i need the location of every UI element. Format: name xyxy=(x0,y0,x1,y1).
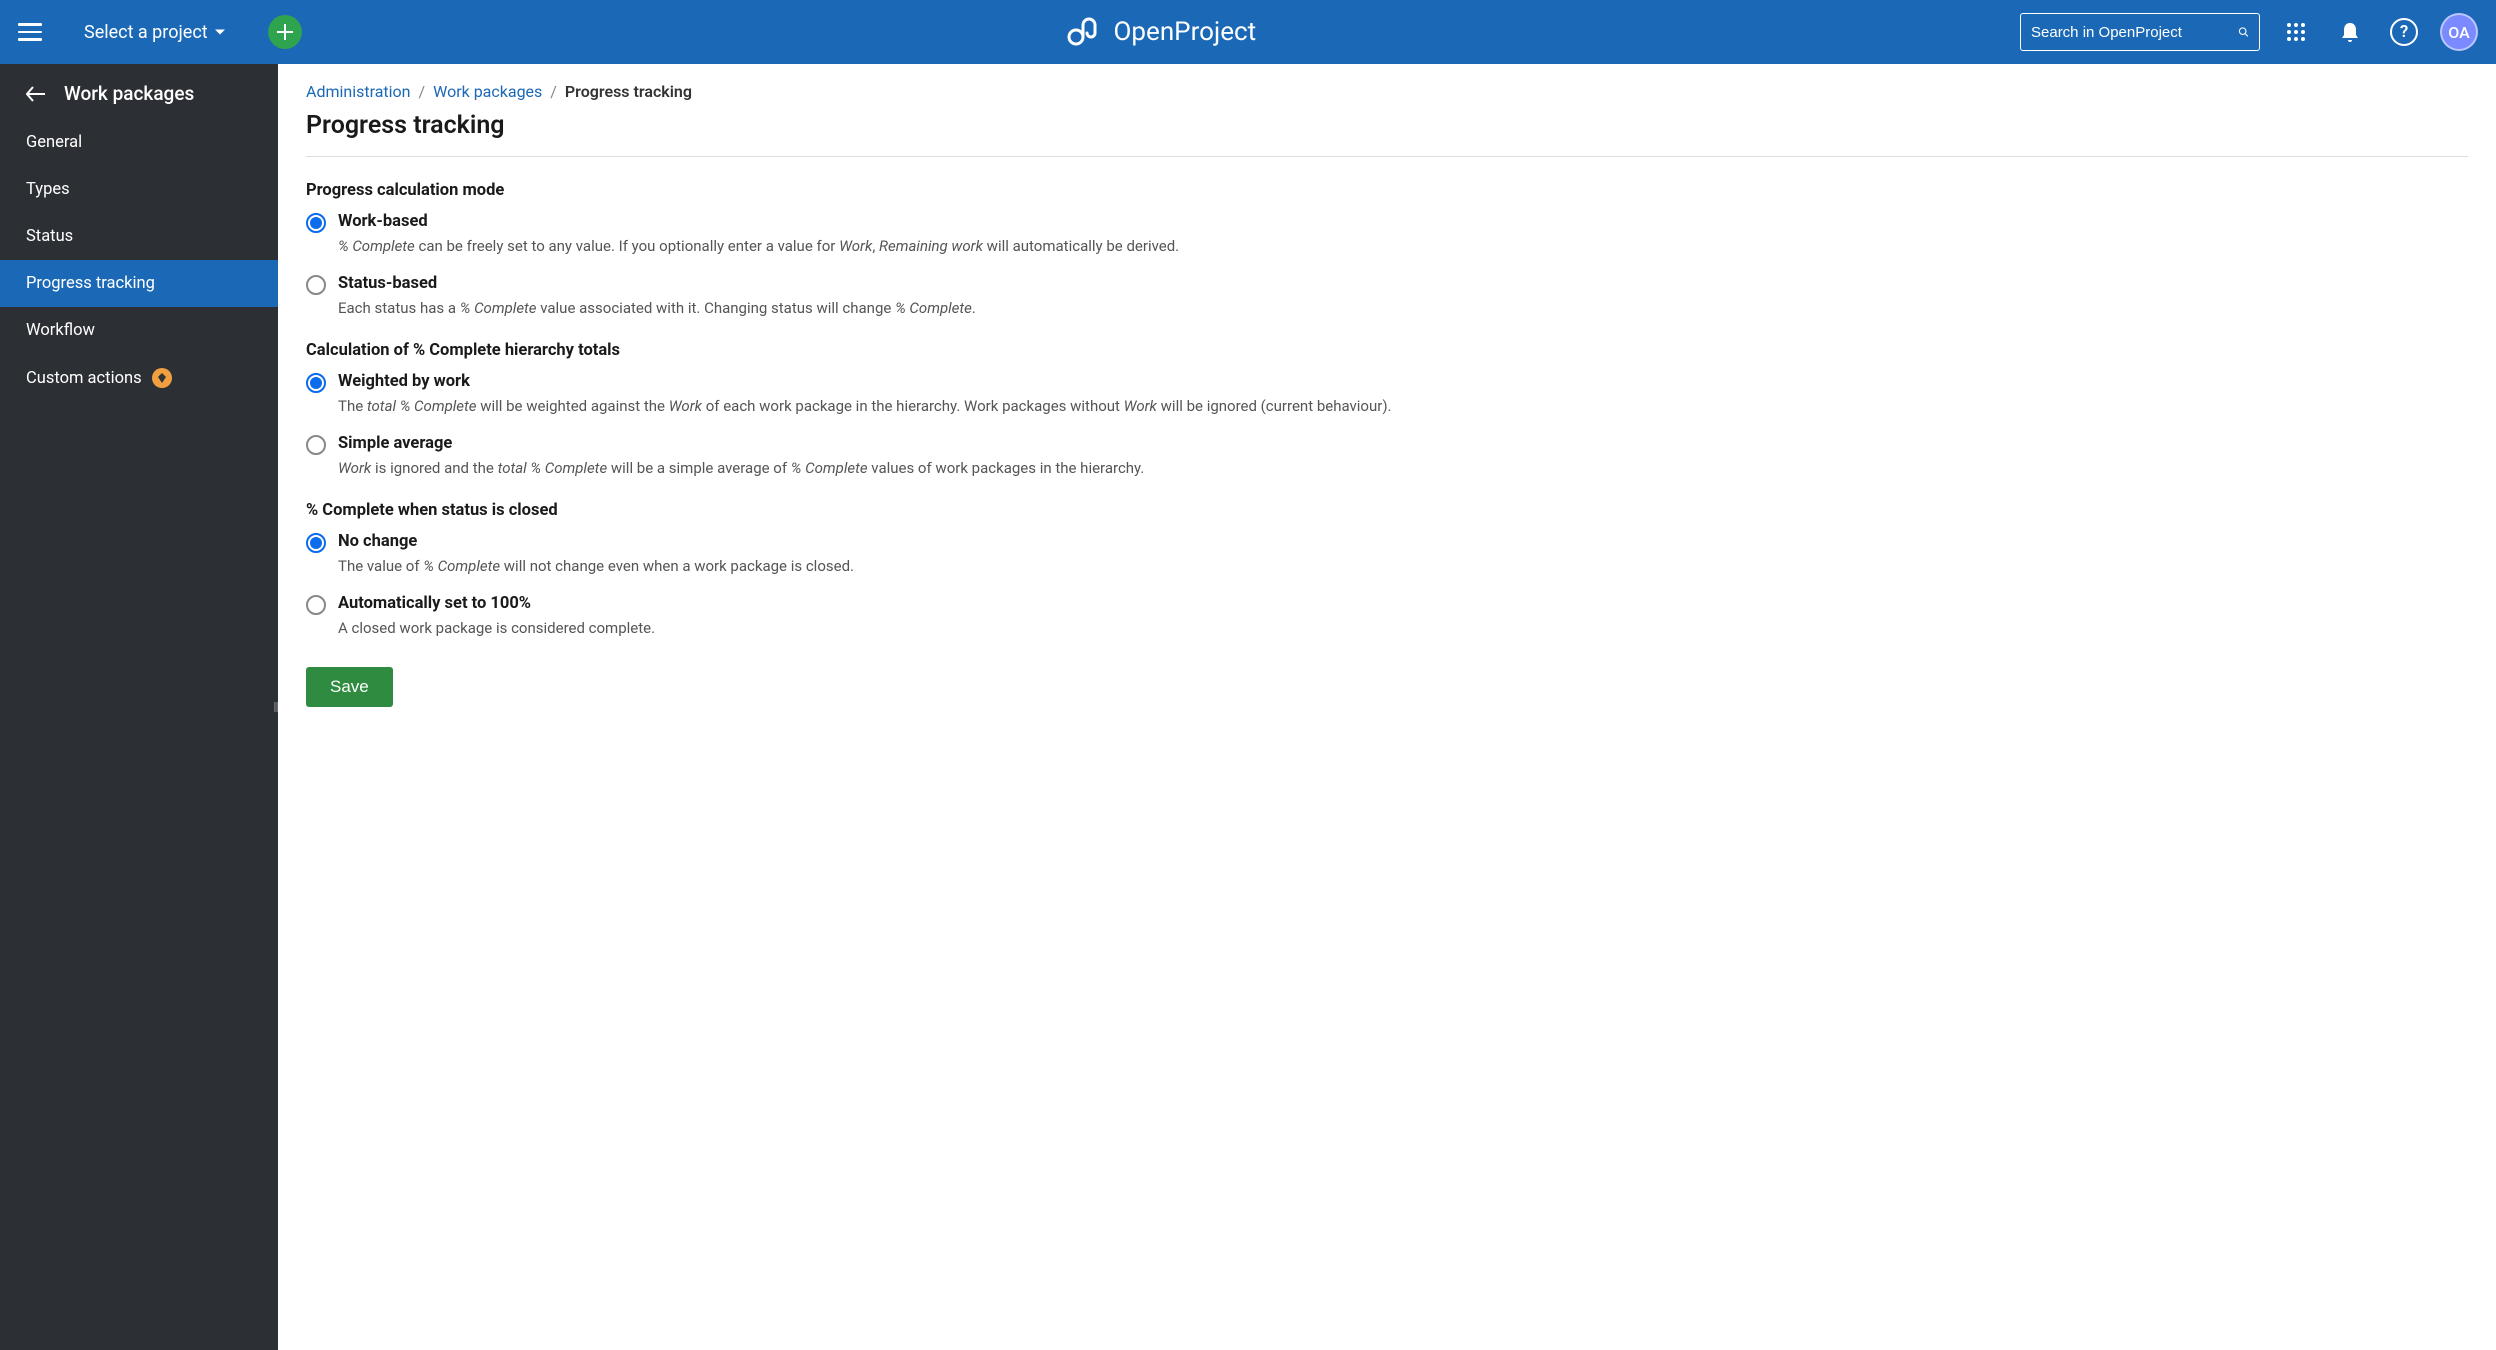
radio-input[interactable] xyxy=(306,275,326,295)
radio-input[interactable] xyxy=(306,213,326,233)
radio-title: No change xyxy=(338,532,854,551)
sidebar-item-label: Status xyxy=(26,227,73,246)
chevron-down-icon xyxy=(214,26,226,38)
radio-description: Work is ignored and the total % Complete… xyxy=(338,457,1144,480)
radio-option: Weighted by work The total % Complete wil… xyxy=(306,372,2468,418)
radio-title: Simple average xyxy=(338,434,1144,453)
radio-content: Automatically set to 100% A closed work p… xyxy=(338,594,655,640)
help-icon: ? xyxy=(2390,18,2418,46)
help-button[interactable]: ? xyxy=(2386,14,2422,50)
project-selector-label: Select a project xyxy=(84,22,208,43)
radio-option: No change The value of % Complete will no… xyxy=(306,532,2468,578)
sidebar-item-label: Progress tracking xyxy=(26,274,155,293)
radio-content: No change The value of % Complete will no… xyxy=(338,532,854,578)
radio-input[interactable] xyxy=(306,533,326,553)
radio-option: Simple average Work is ignored and the to… xyxy=(306,434,2468,480)
radio-description: % Complete can be freely set to any valu… xyxy=(338,235,1179,258)
sidebar-item-label: Workflow xyxy=(26,321,95,340)
main-content: Administration / Work packages / Progres… xyxy=(278,64,2496,1350)
sidebar-item-general[interactable]: General xyxy=(0,119,278,166)
radio-title: Weighted by work xyxy=(338,372,1392,391)
sidebar-item-label: Custom actions xyxy=(26,369,142,388)
radio-group-closed: No change The value of % Complete will no… xyxy=(306,532,2468,639)
apps-icon[interactable] xyxy=(2278,14,2314,50)
breadcrumb-separator: / xyxy=(419,82,426,101)
radio-group-calc-mode: Work-based % Complete can be freely set t… xyxy=(306,212,2468,319)
radio-content: Work-based % Complete can be freely set t… xyxy=(338,212,1179,258)
sidebar-item-label: General xyxy=(26,133,82,152)
search-input[interactable] xyxy=(2031,24,2230,41)
radio-content: Weighted by work The total % Complete wil… xyxy=(338,372,1392,418)
sidebar-back[interactable]: Work packages xyxy=(0,64,278,119)
breadcrumb-link-work-packages[interactable]: Work packages xyxy=(433,82,542,101)
search-icon xyxy=(2238,22,2249,42)
brand: OpenProject xyxy=(1066,17,1257,47)
radio-input[interactable] xyxy=(306,373,326,393)
global-search[interactable] xyxy=(2020,13,2260,51)
brand-name: OpenProject xyxy=(1114,17,1257,47)
page-title: Progress tracking xyxy=(306,111,2468,140)
breadcrumb-separator: / xyxy=(550,82,557,101)
radio-input[interactable] xyxy=(306,435,326,455)
avatar-initials: OA xyxy=(2448,23,2469,42)
sidebar-item-status[interactable]: Status xyxy=(0,213,278,260)
radio-description: A closed work package is considered comp… xyxy=(338,617,655,640)
radio-group-hierarchy: Weighted by work The total % Complete wil… xyxy=(306,372,2468,479)
sidebar-item-workflow[interactable]: Workflow xyxy=(0,307,278,354)
breadcrumb-current: Progress tracking xyxy=(565,82,692,101)
radio-title: Automatically set to 100% xyxy=(338,594,655,613)
plus-icon xyxy=(275,22,295,42)
radio-description: The value of % Complete will not change … xyxy=(338,555,854,578)
sidebar-item-custom-actions[interactable]: Custom actions xyxy=(0,354,278,402)
sidebar-collapse-handle[interactable]: ‖ xyxy=(270,694,280,720)
section-label: % Complete when status is closed xyxy=(306,501,2468,520)
radio-input[interactable] xyxy=(306,595,326,615)
brand-logo-icon xyxy=(1066,17,1104,47)
project-selector[interactable]: Select a project xyxy=(84,22,226,43)
arrow-left-icon xyxy=(26,86,46,102)
header-center: OpenProject xyxy=(316,17,2006,47)
sidebar: Work packages General Types Status Progress… xyxy=(0,64,278,1350)
radio-content: Status-based Each status has a % Complete… xyxy=(338,274,976,320)
add-button[interactable] xyxy=(268,15,302,49)
radio-description: The total % Complete will be weighted ag… xyxy=(338,395,1392,418)
radio-option: Status-based Each status has a % Complete… xyxy=(306,274,2468,320)
radio-option: Work-based % Complete can be freely set t… xyxy=(306,212,2468,258)
sidebar-item-progress-tracking[interactable]: Progress tracking xyxy=(0,260,278,307)
radio-option: Automatically set to 100% A closed work p… xyxy=(306,594,2468,640)
bell-icon[interactable] xyxy=(2332,14,2368,50)
sidebar-title: Work packages xyxy=(64,82,194,105)
divider xyxy=(306,156,2468,157)
radio-content: Simple average Work is ignored and the to… xyxy=(338,434,1144,480)
save-button[interactable]: Save xyxy=(306,667,393,707)
sidebar-item-types[interactable]: Types xyxy=(0,166,278,213)
radio-title: Work-based xyxy=(338,212,1179,231)
breadcrumb-link-administration[interactable]: Administration xyxy=(306,82,411,101)
section-label: Calculation of % Complete hierarchy tota… xyxy=(306,341,2468,360)
breadcrumb: Administration / Work packages / Progres… xyxy=(306,82,2468,101)
avatar[interactable]: OA xyxy=(2440,13,2478,51)
radio-title: Status-based xyxy=(338,274,976,293)
radio-description: Each status has a % Complete value assoc… xyxy=(338,297,976,320)
section-label: Progress calculation mode xyxy=(306,181,2468,200)
menu-icon[interactable] xyxy=(18,20,42,44)
ee-badge-icon xyxy=(152,368,172,388)
layout: Work packages General Types Status Progress… xyxy=(0,64,2496,1350)
header-right: ? OA xyxy=(2020,13,2478,51)
sidebar-item-label: Types xyxy=(26,180,70,199)
top-header: Select a project OpenProject xyxy=(0,0,2496,64)
